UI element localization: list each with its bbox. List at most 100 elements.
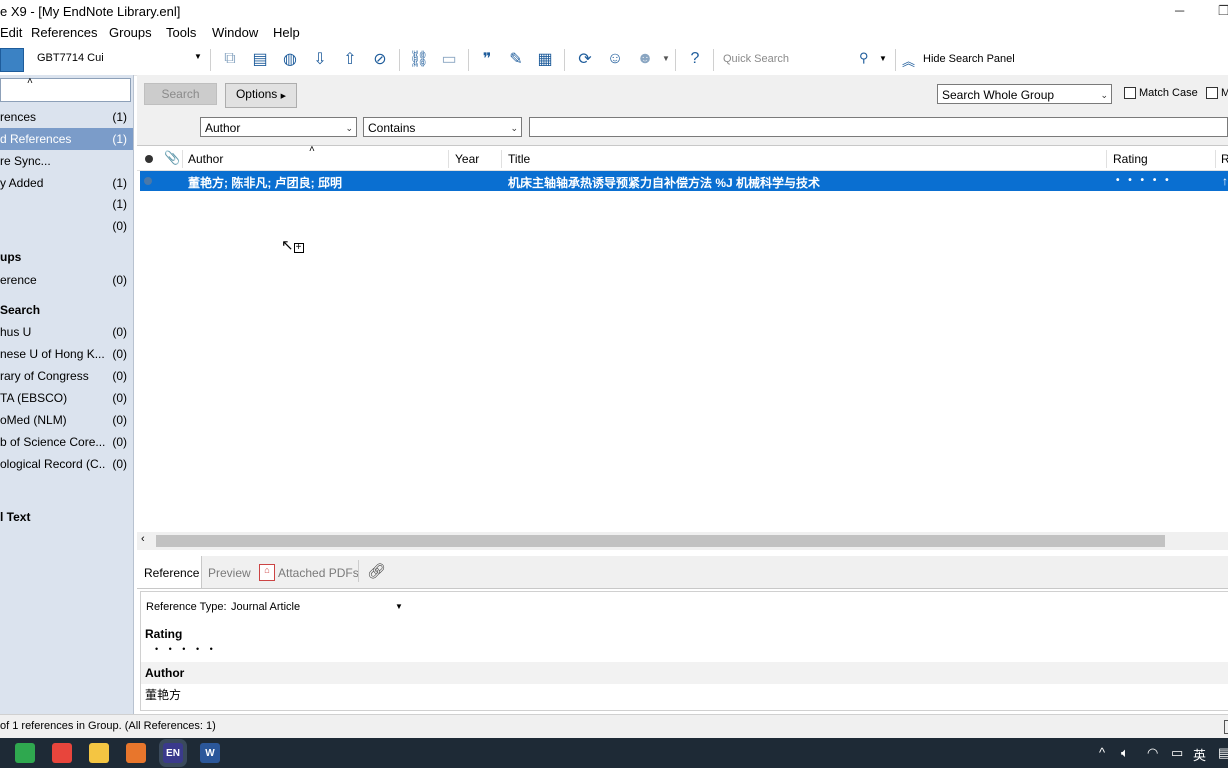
group-item-count: (0) [112, 413, 127, 427]
group-item[interactable]: TA (EBSCO) (0) [0, 387, 133, 409]
author-field[interactable]: 董艳方 [145, 686, 181, 703]
quick-search-input[interactable]: Quick Search ⚲ ▼ [717, 49, 892, 69]
group-item[interactable]: y Added (1) [0, 172, 133, 194]
read-status-icon[interactable] [145, 155, 153, 163]
chevron-up-icon[interactable]: ^ [1099, 745, 1105, 760]
search-scope-select[interactable]: Search Whole Group ⌄ [937, 84, 1112, 104]
column-r[interactable]: R [1221, 152, 1228, 166]
search-value-input[interactable] [529, 117, 1228, 137]
endnote-icon[interactable]: EN [163, 743, 183, 763]
group-item[interactable]: (0) [0, 215, 133, 237]
tab-preview[interactable]: Preview [208, 566, 251, 580]
table-row[interactable]: 董艳方; 陈非凡; 卢团良; 邱明 机床主轴轴承热诱导预紧力自补偿方法 %J 机… [140, 171, 1228, 191]
menu-window[interactable]: Window [212, 25, 258, 40]
sync-icon[interactable]: ⟳ [574, 49, 596, 69]
group-item[interactable]: rences (1) [0, 106, 133, 128]
style-select[interactable]: GBT7714 Cui ▼ [30, 49, 204, 69]
search-button[interactable]: Search [144, 83, 217, 105]
online-search-header[interactable]: Search [0, 303, 40, 317]
online-search-icon[interactable]: ◍ [279, 49, 301, 69]
input-language[interactable]: 英 [1193, 745, 1206, 764]
column-title[interactable]: Title [508, 152, 530, 166]
chevron-down-icon: ⌄ [345, 123, 353, 133]
group-item[interactable]: ological Record (C... (0) [0, 453, 133, 475]
volume-icon[interactable]: 🔈︎ [1121, 745, 1129, 761]
chevron-right-icon: ▶ [280, 93, 287, 100]
search-operator-select[interactable]: Contains ⌄ [363, 117, 522, 137]
group-item[interactable]: d References (1) [0, 128, 133, 150]
export-icon[interactable]: ⇧ [339, 49, 361, 69]
tab-attached-pdfs[interactable]: Attached PDFs [278, 566, 359, 580]
battery-icon[interactable]: ▭ [1171, 745, 1183, 761]
menu-references[interactable]: References [31, 25, 97, 40]
minimize-button[interactable]: ─ [1175, 3, 1184, 18]
open-link-icon[interactable]: ⛓ [408, 49, 430, 69]
new-reference-icon[interactable]: ▤ [249, 49, 271, 69]
drag-cursor-icon: ↖ + [281, 236, 304, 254]
options-button[interactable]: Options ▶ [225, 83, 297, 108]
group-item[interactable]: hus U (0) [0, 321, 133, 343]
activity-icon[interactable]: ☻ [634, 49, 656, 69]
menu-tools[interactable]: Tools [166, 25, 196, 40]
match-words-checkbox[interactable]: M [1206, 87, 1228, 100]
copy-to-library-icon[interactable]: ⧉ [219, 49, 241, 69]
search-icon[interactable]: ⚲ [859, 50, 869, 66]
groups-search-box[interactable]: ˄ [0, 76, 131, 102]
group-item[interactable]: nese U of Hong K... (0) [0, 343, 133, 365]
my-groups-header[interactable]: ups [0, 250, 21, 264]
open-file-icon[interactable]: ▭ [438, 49, 460, 69]
group-item-count: (0) [112, 457, 127, 471]
chevron-left-icon[interactable]: ‹ [141, 533, 145, 545]
group-item[interactable]: erence (0) [0, 269, 133, 291]
match-case-checkbox[interactable]: Match Case [1124, 87, 1198, 100]
word-icon[interactable]: W [200, 743, 220, 763]
column-separator [448, 150, 449, 168]
find-full-text-header[interactable]: l Text [0, 510, 30, 524]
chevron-down-icon[interactable]: ▼ [662, 54, 670, 63]
app-green-icon[interactable] [15, 743, 35, 763]
column-author[interactable]: Author [188, 152, 223, 166]
group-item-label: oMed (NLM) [0, 413, 67, 427]
column-year[interactable]: Year [455, 152, 479, 166]
search-field-select[interactable]: Author ⌄ [200, 117, 357, 137]
wifi-icon[interactable]: ◠ [1147, 745, 1158, 761]
import-icon[interactable]: ⇩ [309, 49, 331, 69]
group-item[interactable]: b of Science Core... (0) [0, 431, 133, 453]
row-rating[interactable]: • • • • • [1116, 175, 1172, 186]
checkbox[interactable] [1124, 87, 1136, 100]
menu-groups[interactable]: Groups [109, 25, 152, 40]
double-chevron-up-icon: ︽ [902, 54, 916, 69]
search-field-value: Author [205, 121, 241, 135]
chrome-icon[interactable] [52, 743, 72, 763]
menu-help[interactable]: Help [273, 25, 300, 40]
format-bibliography-icon[interactable]: ✎ [505, 49, 527, 69]
insert-citation-icon[interactable]: ❞ [476, 49, 498, 69]
attach-file-icon[interactable]: 🔗︎ [367, 562, 386, 580]
column-rating[interactable]: Rating [1113, 152, 1148, 166]
checkbox[interactable] [1206, 87, 1218, 100]
library-mode-icon[interactable] [0, 48, 24, 72]
tab-reference[interactable]: Reference [137, 556, 202, 588]
group-item[interactable]: oMed (NLM) (0) [0, 409, 133, 431]
group-item[interactable]: rary of Congress (0) [0, 365, 133, 387]
menu-edit[interactable]: Edit [0, 25, 22, 40]
search-app-icon[interactable] [126, 743, 146, 763]
scrollbar-thumb[interactable] [156, 535, 1165, 547]
help-icon[interactable]: ? [684, 49, 706, 69]
folder-icon[interactable] [89, 743, 109, 763]
share-icon[interactable]: ☺ [604, 49, 626, 69]
restore-button[interactable]: ❐ [1218, 3, 1228, 19]
group-item[interactable]: re Sync... [0, 150, 133, 172]
ref-type-select[interactable]: Journal Article ▼ [231, 598, 403, 616]
row-overflow: ↑ [1222, 174, 1228, 188]
chevron-down-icon[interactable]: ▼ [879, 54, 887, 63]
resize-grip[interactable] [1224, 720, 1228, 734]
reference-list-header: 📎 Author ˄ Year Title Rating R [137, 144, 1228, 171]
word-manuscript-icon[interactable]: ▦ [534, 49, 556, 69]
attachment-icon[interactable]: 📎 [164, 150, 180, 166]
group-item[interactable]: (1) [0, 193, 133, 215]
title-bar: e X9 - [My EndNote Library.enl] ─ ❐ [0, 0, 1228, 22]
find-full-text-icon[interactable]: ⊘ [369, 49, 391, 69]
rating-field[interactable]: • • • • • [155, 644, 217, 654]
notification-icon[interactable]: ▤ [1218, 745, 1228, 761]
